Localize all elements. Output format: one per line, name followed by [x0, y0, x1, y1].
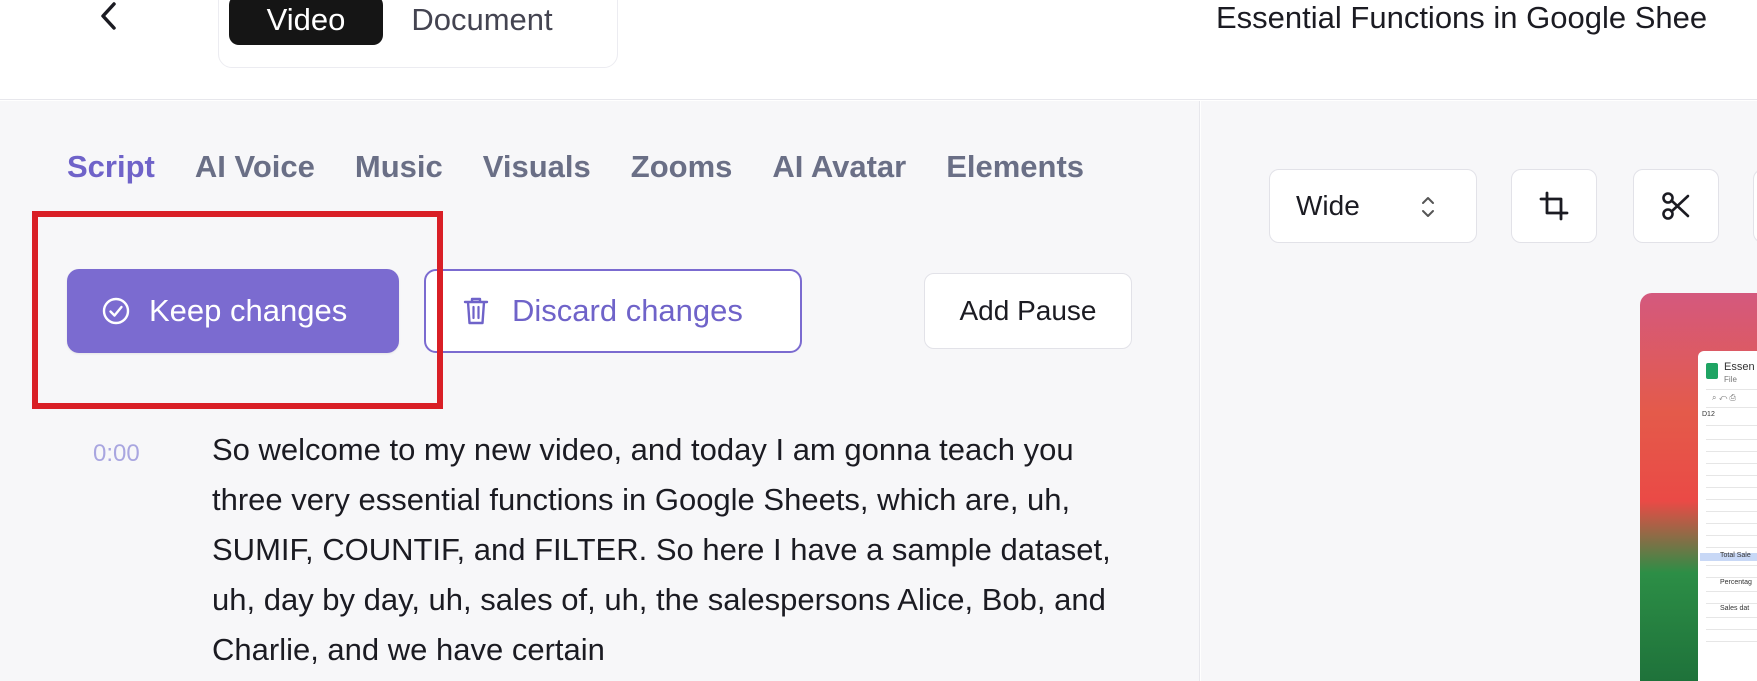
sheet-divider: [1706, 407, 1757, 408]
sheet-row: [1706, 475, 1757, 476]
check-circle-icon: [101, 296, 131, 326]
aspect-ratio-value: Wide: [1296, 190, 1360, 221]
sheet-title-text: Essen: [1724, 361, 1755, 373]
trash-icon: [462, 295, 490, 327]
sheet-row: [1706, 617, 1757, 618]
sheet-row: [1706, 629, 1757, 630]
sheets-logo-icon: [1706, 363, 1718, 379]
crop-icon: [1539, 191, 1569, 221]
sheet-cell-text: Total Sale: [1720, 552, 1751, 559]
sheet-cell-text: Sales dat: [1720, 605, 1750, 612]
tab-ai-avatar[interactable]: AI Avatar: [772, 149, 906, 185]
tab-music[interactable]: Music: [355, 149, 443, 185]
discard-changes-button[interactable]: Discard changes: [424, 269, 802, 353]
sheet-row: [1706, 641, 1757, 642]
editor-panel: Script AI Voice Music Visuals Zooms AI A…: [0, 101, 1200, 681]
sheet-row: [1706, 511, 1757, 512]
sheet-row: [1706, 577, 1757, 578]
keep-changes-button[interactable]: Keep changes: [67, 269, 399, 353]
sheet-row: [1706, 451, 1757, 452]
sheet-row: [1706, 547, 1757, 548]
sheet-divider: [1706, 425, 1757, 426]
sheet-row: [1706, 463, 1757, 464]
chevron-left-icon: [101, 2, 116, 30]
top-bar: Video Document Essential Functions in Go…: [0, 0, 1757, 100]
cut-button[interactable]: [1633, 169, 1719, 243]
tab-elements[interactable]: Elements: [946, 149, 1084, 185]
sheet-menu-text: File: [1724, 375, 1737, 384]
sheet-toolbar-icons: ⌕ ↶ ⎙: [1712, 393, 1736, 402]
add-pause-button[interactable]: Add Pause: [924, 273, 1132, 349]
script-text[interactable]: So welcome to my new video, and today I …: [212, 425, 1142, 675]
video-preview-thumbnail[interactable]: Essen File ⌕ ↶ ⎙ D12 Total Sale Percenta…: [1640, 293, 1757, 681]
sheet-row: [1706, 439, 1757, 440]
chevron-up-down-icon: [1420, 192, 1436, 222]
sheet-row: [1706, 603, 1757, 604]
sheet-row: [1706, 591, 1757, 592]
sheet-divider: [1706, 389, 1757, 390]
tab-zooms[interactable]: Zooms: [631, 149, 733, 185]
sheet-row: [1706, 487, 1757, 488]
mode-tab-document[interactable]: Document: [397, 0, 567, 45]
sheet-row: [1706, 565, 1757, 566]
tab-visuals[interactable]: Visuals: [483, 149, 591, 185]
document-title[interactable]: Essential Functions in Google Shee: [1216, 0, 1707, 36]
mode-switch: Video Document: [218, 0, 618, 68]
discard-changes-label: Discard changes: [512, 293, 743, 328]
aspect-ratio-select[interactable]: Wide: [1269, 169, 1477, 243]
more-tools-button[interactable]: [1753, 169, 1757, 243]
sheet-row: [1706, 523, 1757, 524]
editor-tabs: Script AI Voice Music Visuals Zooms AI A…: [67, 149, 1124, 185]
keep-changes-label: Keep changes: [149, 293, 348, 328]
script-timestamp[interactable]: 0:00: [93, 440, 140, 468]
spreadsheet-screenshot: Essen File ⌕ ↶ ⎙ D12 Total Sale Percenta…: [1698, 351, 1757, 681]
scissors-icon: [1662, 192, 1690, 220]
sheet-row: [1706, 535, 1757, 536]
back-button[interactable]: [92, 0, 126, 34]
sheet-cell-ref: D12: [1702, 411, 1715, 418]
sheet-row: [1706, 499, 1757, 500]
tab-script[interactable]: Script: [67, 149, 155, 185]
sheet-cell-text: Percentag: [1720, 579, 1752, 586]
tab-ai-voice[interactable]: AI Voice: [195, 149, 315, 185]
crop-button[interactable]: [1511, 169, 1597, 243]
preview-panel: Wide Essen File ⌕ ↶ ⎙ D12 Total Sale Per…: [1201, 101, 1757, 681]
mode-tab-video[interactable]: Video: [229, 0, 383, 45]
